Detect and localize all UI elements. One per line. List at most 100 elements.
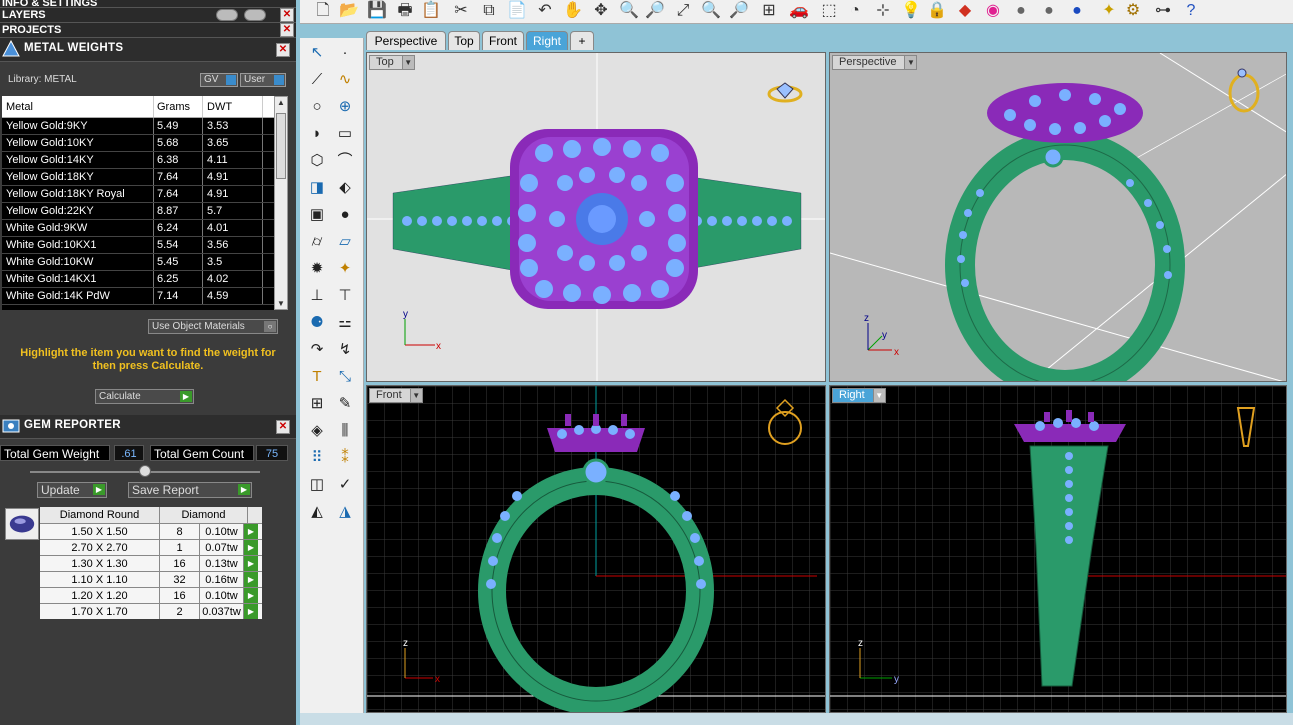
table-row[interactable]: Yellow Gold:9KY 5.49 3.53 (2, 118, 274, 135)
checkmark-icon[interactable]: ✓ (332, 474, 358, 496)
column-header[interactable]: Grams (154, 96, 203, 117)
cut-tool-icon[interactable]: ✦ (332, 258, 358, 280)
surface-icon[interactable]: ◨ (304, 177, 330, 199)
table-row[interactable]: White Gold:14K PdW 7.14 4.59 (2, 288, 274, 305)
grid-snap-icon[interactable]: ⊹ (872, 0, 894, 22)
table-row[interactable]: Yellow Gold:18KY 7.64 4.91 (2, 169, 274, 186)
close-icon[interactable]: ✕ (276, 43, 290, 57)
viewport-top[interactable]: x y Top ▼ (366, 52, 826, 382)
user-toggle[interactable]: User (240, 73, 286, 87)
table-row[interactable]: White Gold:9KW 6.24 4.01 (2, 220, 274, 237)
blend-icon[interactable]: ↯ (332, 339, 358, 361)
layer-toggle-icon[interactable] (216, 9, 238, 21)
gem-slider-handle[interactable] (139, 465, 151, 477)
measure-icon[interactable]: ◔ (844, 0, 866, 22)
boolean-icon[interactable]: ⚈ (304, 312, 330, 334)
tab-perspective[interactable]: Perspective (366, 31, 446, 50)
table-row[interactable]: White Gold:14KX1 6.25 4.02 (2, 271, 274, 288)
arc-icon[interactable]: ◗ (304, 123, 330, 145)
polygon-icon[interactable]: ⬡ (304, 150, 330, 172)
table-row[interactable]: Yellow Gold:10KY 5.68 3.65 (2, 135, 274, 152)
zoom-extents-icon[interactable]: ⤢ (672, 0, 694, 22)
table-row[interactable]: 1.20 X 1.20 16 0.10tw ▶ (40, 587, 262, 603)
viewport-label-top[interactable]: Top ▼ (369, 55, 415, 70)
rotate-view-icon[interactable]: ✥ (590, 0, 612, 22)
scroll-up-icon[interactable]: ▲ (277, 98, 285, 107)
table-row[interactable]: 1.30 X 1.30 16 0.13tw ▶ (40, 555, 262, 571)
save-icon[interactable]: 💾 (366, 0, 388, 22)
table-row[interactable]: White Gold:10KW 5.45 3.5 (2, 254, 274, 271)
split-icon[interactable]: ⚍ (332, 312, 358, 334)
curve-icon[interactable]: ∿ (332, 69, 358, 91)
calculate-button[interactable]: Calculate ▶ (95, 389, 194, 404)
layers-header[interactable]: LAYERS ✕ (0, 8, 296, 23)
sphere-icon[interactable]: ● (1010, 0, 1032, 22)
align-icon[interactable]: ⊥ (304, 285, 330, 307)
scroll-down-icon[interactable]: ▼ (277, 299, 285, 308)
table-row[interactable]: Yellow Gold:22KY 8.87 5.7 (2, 203, 274, 220)
gear-icon[interactable]: ⚙ (1122, 0, 1144, 22)
cutter-icon[interactable]: ◫ (304, 474, 330, 496)
help-icon[interactable]: ? (1180, 0, 1202, 22)
tab-front[interactable]: Front (482, 31, 524, 50)
grid-array-icon[interactable]: ⠿ (304, 447, 330, 469)
dropdown-icon[interactable]: ▼ (904, 56, 917, 69)
wand-icon[interactable]: ✦ (1098, 0, 1120, 22)
open-folder-icon[interactable]: 📂 (338, 0, 360, 22)
table-row[interactable]: 1.70 X 1.70 2 0.037tw ▶ (40, 603, 262, 619)
sphere-solid-icon[interactable]: ● (332, 204, 358, 226)
point-icon[interactable]: · (332, 42, 358, 64)
gv-toggle[interactable]: GV (200, 73, 238, 87)
clipboard-icon[interactable]: 📄 (506, 0, 528, 22)
sweep-icon[interactable]: ▱ (332, 231, 358, 253)
table-row[interactable]: 1.10 X 1.10 32 0.16tw ▶ (40, 571, 262, 587)
zoom-selected-icon[interactable]: 🔍 (700, 0, 722, 22)
viewport-label-right[interactable]: Right ▼ (832, 388, 886, 403)
scroll-thumb[interactable] (276, 113, 286, 179)
gem-tool-icon[interactable]: ✹ (304, 258, 330, 280)
select-arrow-icon[interactable]: ↖ (304, 42, 330, 64)
table-row[interactable]: Yellow Gold:14KY 6.38 4.11 (2, 152, 274, 169)
array-icon[interactable]: ⊞ (304, 393, 330, 415)
cut-icon[interactable]: ✂ (450, 0, 472, 22)
dropdown-icon[interactable]: ▼ (401, 56, 414, 69)
hierarchy-icon[interactable]: ⊶ (1152, 0, 1174, 22)
zoom-icon[interactable]: 🔍 (618, 0, 640, 22)
edit-icon[interactable]: ✎ (332, 393, 358, 415)
metal-table-scrollbar[interactable]: ▲ ▼ (274, 96, 288, 310)
shade-icon[interactable]: ◭ (304, 501, 330, 523)
info-settings-header[interactable]: INFO & SETTINGS (0, 0, 296, 8)
zoom-out-icon[interactable]: 🔎 (728, 0, 750, 22)
select-icon[interactable]: ▶ (244, 540, 258, 555)
eye-icon[interactable] (244, 9, 266, 21)
pan-icon[interactable]: ✋ (562, 0, 584, 22)
solid-box-icon[interactable]: ◈ (304, 420, 330, 442)
column-header[interactable]: Metal (2, 96, 154, 117)
light-icon[interactable]: 💡 (900, 0, 922, 22)
print-icon[interactable]: 🖶 (394, 0, 416, 22)
polyline-icon[interactable]: ⟋ (304, 69, 330, 91)
cylinder-icon[interactable]: ⌭ (304, 231, 330, 253)
lock-icon[interactable]: 🔒 (926, 0, 948, 22)
tab-top[interactable]: Top (448, 31, 480, 50)
select-icon[interactable]: ▶ (244, 524, 258, 539)
select-icon[interactable]: ▶ (244, 572, 258, 587)
extrude-icon[interactable]: ⬖ (332, 177, 358, 199)
add-tab-icon[interactable]: + (570, 31, 594, 50)
camera-icon[interactable]: ⬚ (818, 0, 840, 22)
sphere-shaded-icon[interactable]: ● (1038, 0, 1060, 22)
new-file-icon[interactable]: 🗋 (312, 0, 334, 22)
scale-icon[interactable]: ⤡ (332, 366, 358, 388)
align-center-icon[interactable]: ⊤ (332, 285, 358, 307)
projects-header[interactable]: PROJECTS ✕ (0, 23, 296, 38)
viewport-label-front[interactable]: Front ▼ (369, 388, 423, 403)
table-row[interactable]: Yellow Gold:18KY Royal 7.64 4.91 (2, 186, 274, 203)
viewport-perspective[interactable]: x y z Perspective ▼ (829, 52, 1287, 382)
undo-icon[interactable]: ↶ (534, 0, 556, 22)
table-row[interactable]: White Gold:10KX1 5.54 3.56 (2, 237, 274, 254)
select-icon[interactable]: ▶ (244, 588, 258, 603)
select-icon[interactable]: ▶ (244, 604, 258, 619)
viewport-front[interactable]: x z Front ▼ (366, 385, 826, 713)
fillet-icon[interactable]: ⌒ (332, 150, 358, 172)
box-icon[interactable]: ▣ (304, 204, 330, 226)
